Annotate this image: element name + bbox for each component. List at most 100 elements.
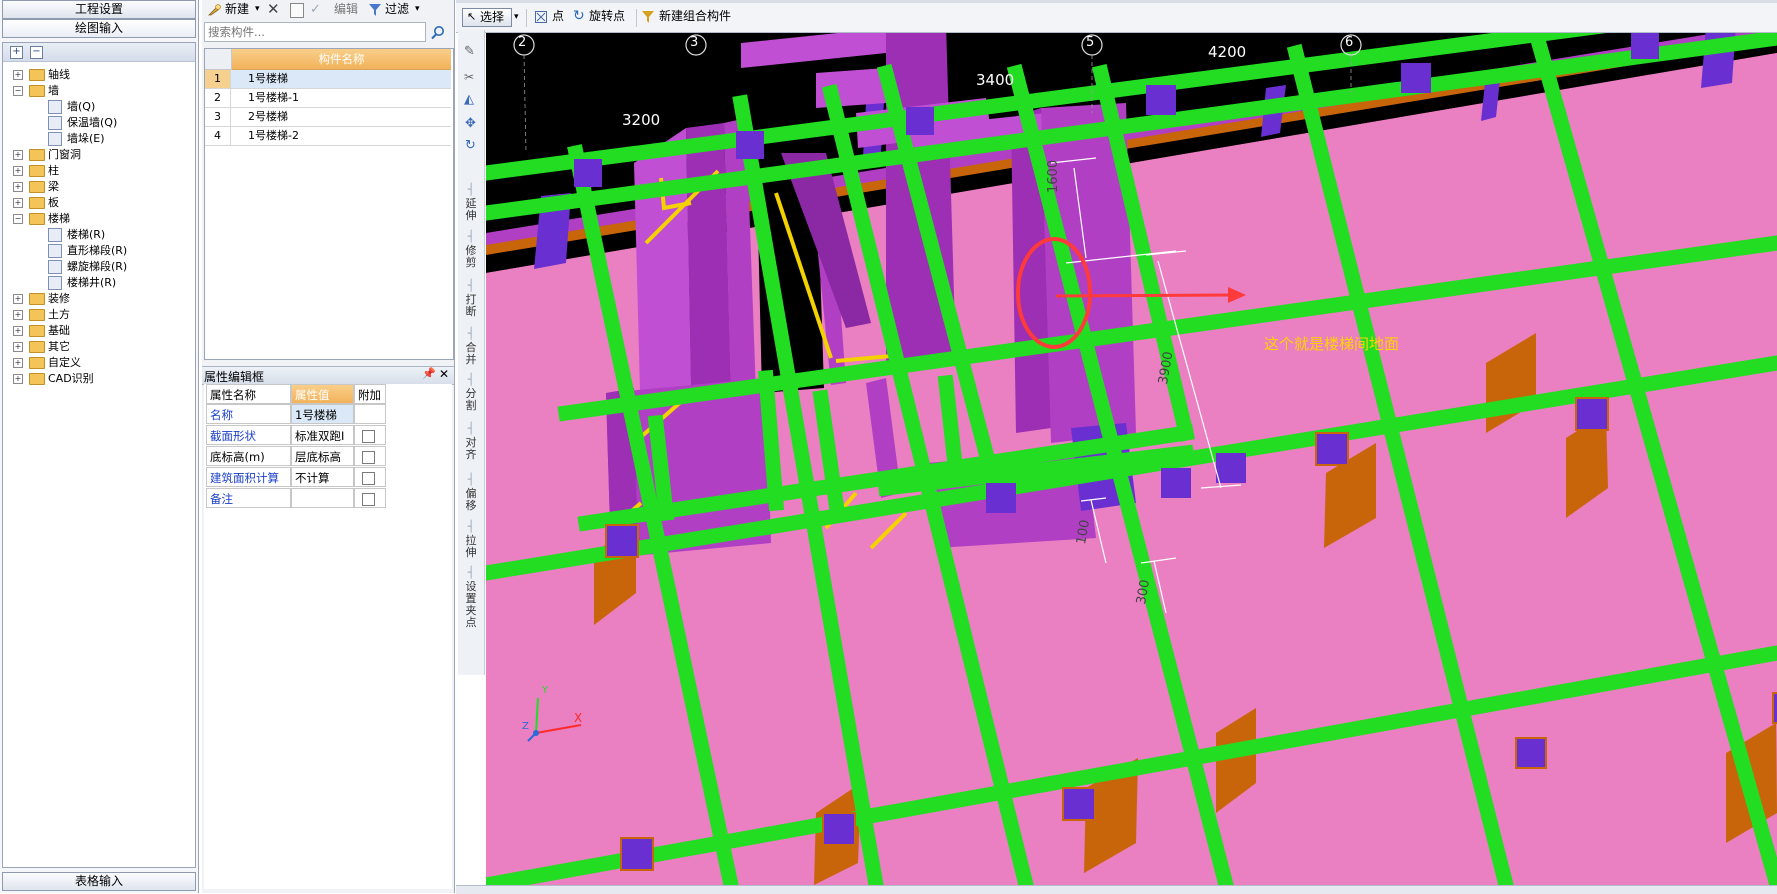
tree-item[interactable]: 墙(Q) xyxy=(3,99,193,114)
table-input-button[interactable]: 表格输入 xyxy=(2,872,196,891)
new-combo-component-button[interactable]: 新建组合构件 xyxy=(659,7,731,26)
expand-icon[interactable]: + xyxy=(13,166,23,176)
property-checkbox[interactable] xyxy=(362,472,375,485)
tree-group[interactable]: − 墙 xyxy=(3,83,193,98)
chevron-down-icon[interactable]: ▾ xyxy=(255,0,260,19)
tree-item[interactable]: 楼梯(R) xyxy=(3,227,193,242)
tree-group[interactable]: + CAD识别 xyxy=(3,371,193,386)
collapse-icon[interactable]: − xyxy=(13,214,23,224)
property-checkbox[interactable] xyxy=(362,493,375,506)
tree-group[interactable]: + 基础 xyxy=(3,323,193,338)
tree-group[interactable]: − 楼梯 xyxy=(3,211,193,226)
modify-tool-button[interactable]: 偏移 xyxy=(464,488,478,512)
close-icon[interactable]: ✕ xyxy=(439,367,449,381)
expand-icon[interactable]: + xyxy=(13,294,23,304)
tree-group[interactable]: + 装修 xyxy=(3,291,193,306)
tool-icon[interactable]: ┤ xyxy=(464,280,478,292)
select-tool-button[interactable]: ↖ 选择 xyxy=(462,8,512,27)
tool-icon[interactable]: ┤ xyxy=(464,328,478,340)
tree-item[interactable]: 保温墙(Q) xyxy=(3,115,193,130)
component-name: 2号楼梯 xyxy=(248,110,288,123)
tree-group[interactable]: + 门窗洞 xyxy=(3,147,193,162)
tree-group[interactable]: + 轴线 xyxy=(3,67,193,82)
component-row[interactable]: 1 1号楼梯 xyxy=(205,70,451,89)
property-value[interactable]: 层底标高 xyxy=(291,446,354,466)
chevron-down-icon[interactable]: ▾ xyxy=(514,12,519,22)
tool-icon[interactable]: ┤ xyxy=(464,374,478,386)
property-checkbox[interactable] xyxy=(362,451,375,464)
property-value[interactable]: 标准双跑I xyxy=(291,425,354,445)
component-type-icon xyxy=(48,100,62,114)
tool-icon[interactable]: ┤ xyxy=(464,231,478,243)
component-type-icon xyxy=(48,228,62,242)
tree-group[interactable]: + 柱 xyxy=(3,163,193,178)
tool-icon[interactable]: ┤ xyxy=(464,423,478,435)
property-checkbox[interactable] xyxy=(362,430,375,443)
modify-tool-button[interactable]: 设置夹点 xyxy=(464,581,478,629)
modify-tool-button[interactable]: 合并 xyxy=(464,342,478,366)
tree-item[interactable]: 墙垛(E) xyxy=(3,131,193,146)
expand-icon[interactable]: + xyxy=(13,358,23,368)
project-settings-button[interactable]: 工程设置 xyxy=(2,0,196,19)
expand-icon[interactable]: + xyxy=(13,326,23,336)
component-row[interactable]: 4 1号楼梯-2 xyxy=(205,127,451,146)
component-type-icon xyxy=(48,244,62,258)
modify-tool-button[interactable]: 拉伸 xyxy=(464,535,478,559)
expand-icon[interactable]: + xyxy=(13,198,23,208)
tool-icon[interactable]: ┤ xyxy=(464,521,478,533)
tree-group[interactable]: + 梁 xyxy=(3,179,193,194)
expand-icon[interactable]: + xyxy=(13,342,23,352)
move-icon[interactable]: ✥ xyxy=(465,116,476,131)
tree-group[interactable]: + 土方 xyxy=(3,307,193,322)
tree-item[interactable]: 直形梯段(R) xyxy=(3,243,193,258)
mirror-icon[interactable]: ◭ xyxy=(464,92,474,107)
close-icon[interactable]: ✕ xyxy=(267,0,280,19)
collapse-all-button[interactable]: − xyxy=(30,46,43,59)
property-value[interactable]: 1号楼梯 xyxy=(291,404,354,424)
new-component-button[interactable]: 新建 xyxy=(225,0,249,19)
tool-icon[interactable]: ┤ xyxy=(464,184,478,196)
property-extra-cell xyxy=(354,467,386,487)
tool-icon[interactable]: ┤ xyxy=(464,567,478,579)
property-value[interactable] xyxy=(291,488,354,508)
row-number: 1 xyxy=(205,70,231,88)
expand-all-button[interactable]: + xyxy=(10,46,23,59)
tree-group[interactable]: + 自定义 xyxy=(3,355,193,370)
chevron-down-icon[interactable]: ▾ xyxy=(415,0,420,19)
tree-group[interactable]: + 板 xyxy=(3,195,193,210)
modify-tool-button[interactable]: 延伸 xyxy=(464,198,478,222)
pen-icon[interactable]: ✎ xyxy=(464,44,475,59)
tool-icon[interactable]: ┤ xyxy=(464,474,478,486)
expand-icon[interactable]: + xyxy=(13,374,23,384)
scissors-icon[interactable]: ✂ xyxy=(464,70,474,84)
expand-icon[interactable]: + xyxy=(13,150,23,160)
component-row[interactable]: 2 1号楼梯-1 xyxy=(205,89,451,108)
collapse-icon[interactable]: − xyxy=(13,86,23,96)
modify-tool-button[interactable]: 分割 xyxy=(464,388,478,412)
component-row[interactable]: 3 2号楼梯 xyxy=(205,108,451,127)
expand-icon[interactable]: + xyxy=(13,70,23,80)
pin-icon[interactable]: 📌 xyxy=(422,367,436,380)
edit-button[interactable]: 编辑 xyxy=(334,0,358,19)
copy-icon[interactable] xyxy=(290,3,304,18)
rotate-icon[interactable]: ↻ xyxy=(465,138,476,153)
component-search-input[interactable] xyxy=(204,22,426,42)
filter-button[interactable]: 过滤 xyxy=(385,0,409,19)
tree-item[interactable]: 螺旋梯段(R) xyxy=(3,259,193,274)
property-value[interactable]: 不计算 xyxy=(291,467,354,487)
tree-group[interactable]: + 其它 xyxy=(3,339,193,354)
rotate-point-button[interactable]: 旋转点 xyxy=(589,7,625,26)
modify-tool-button[interactable]: 打断 xyxy=(464,294,478,318)
tree-item[interactable]: 楼梯井(R) xyxy=(3,275,193,290)
3d-viewport[interactable]: 2 3 5 6 3200 3400 4200 1600 3900 100 300… xyxy=(486,33,1777,885)
drawing-input-button[interactable]: 绘图输入 xyxy=(2,19,196,38)
modify-tool-button[interactable]: 对齐 xyxy=(464,437,478,461)
expand-icon[interactable]: + xyxy=(13,310,23,320)
folder-icon xyxy=(29,85,45,97)
expand-icon[interactable]: + xyxy=(13,182,23,192)
search-icon[interactable] xyxy=(430,25,446,41)
point-tool-button[interactable]: 点 xyxy=(552,7,564,26)
row-number: 3 xyxy=(205,108,231,126)
modify-tool-button[interactable]: 修剪 xyxy=(464,245,478,269)
component-name-header[interactable]: 构件名称 xyxy=(232,49,451,70)
